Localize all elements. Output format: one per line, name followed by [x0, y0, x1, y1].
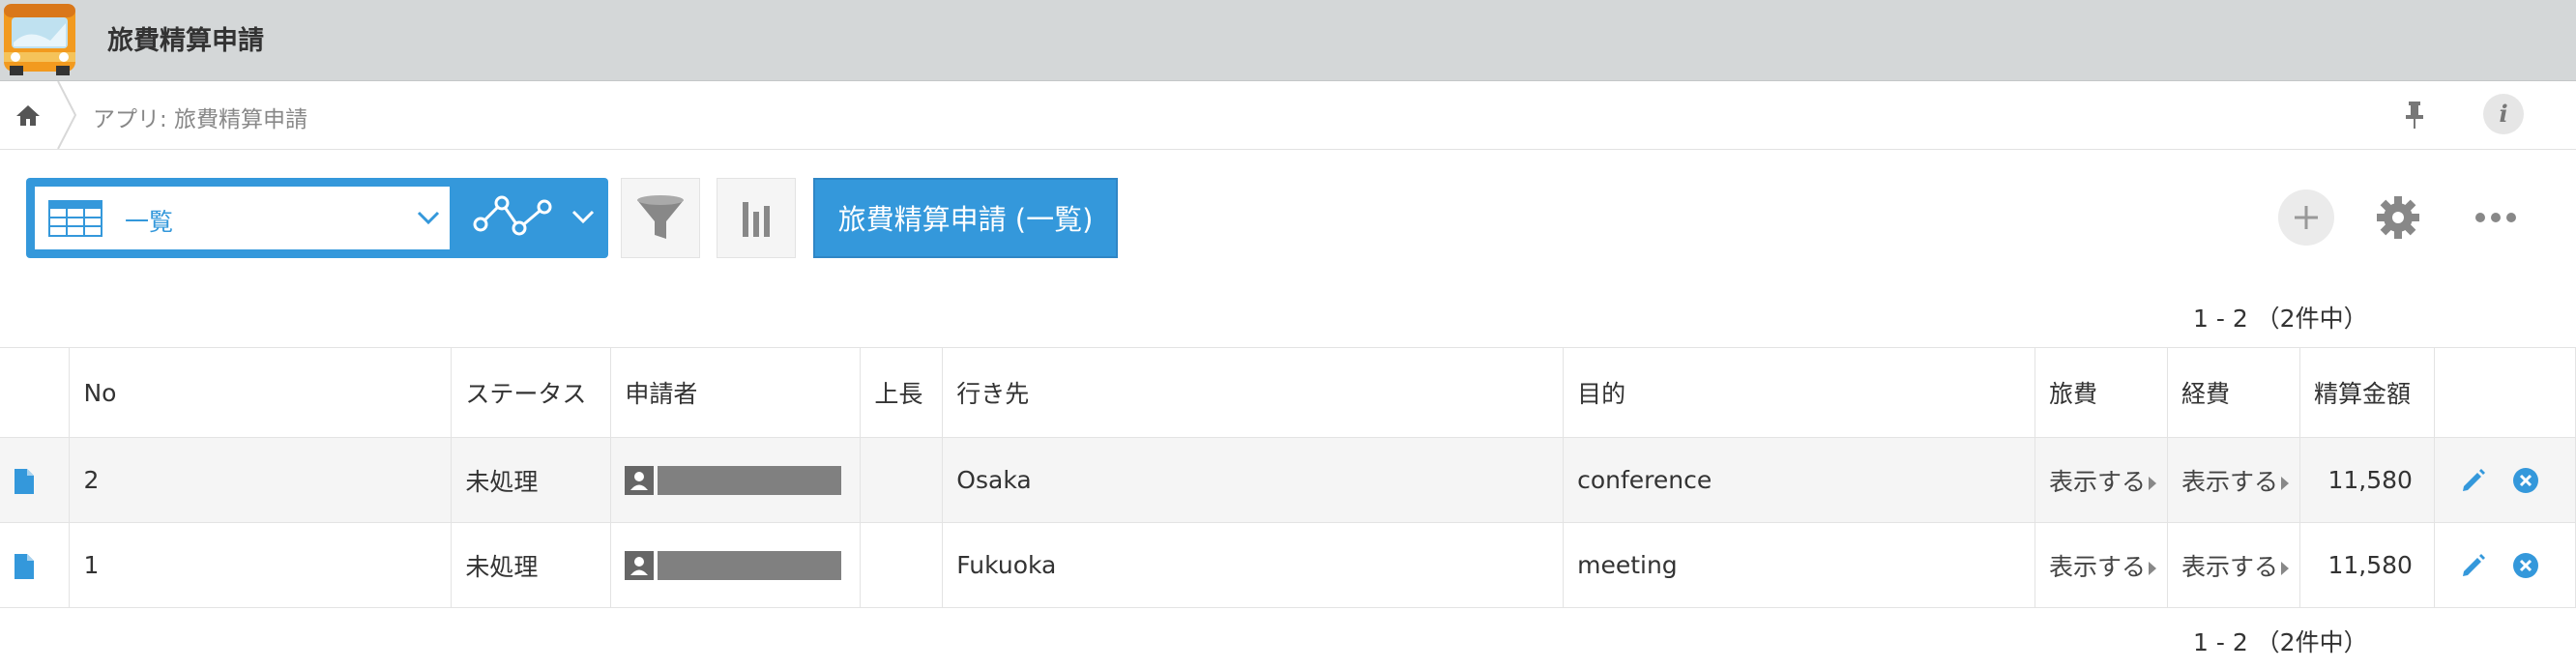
cell-status: 未処理 — [451, 522, 612, 608]
cell-expense[interactable]: 表示する — [2166, 522, 2300, 608]
pencil-icon[interactable] — [2458, 550, 2489, 581]
cell-settlement-amount: 11,580 — [2298, 522, 2435, 608]
user-avatar-icon — [625, 466, 655, 495]
add-record-button[interactable] — [2278, 189, 2334, 246]
show-expense-link[interactable]: 表示する — [2181, 468, 2289, 496]
pin-icon[interactable] — [2400, 99, 2429, 131]
column-header-applicant[interactable]: 申請者 — [610, 347, 862, 438]
bar-chart-icon — [743, 202, 770, 237]
cell-destination: Osaka — [942, 437, 1565, 523]
custom-view-button[interactable]: 旅費精算申請 (一覧) — [813, 178, 1118, 258]
records-table: No ステータス 申請者 上長 行き先 目的 旅費 経費 精算金額 2 未処理 — [0, 347, 2576, 608]
cell-expense[interactable]: 表示する — [2166, 437, 2300, 523]
view-select[interactable]: 一覧 — [35, 187, 450, 249]
pencil-icon[interactable] — [2458, 465, 2489, 496]
app-header: 旅費精算申請 — [0, 0, 2576, 81]
view-select-value: 一覧 — [125, 208, 174, 236]
pagination-top: 1 - 2 （2件中） — [2193, 305, 2368, 333]
cell-supervisor — [860, 522, 944, 608]
breadcrumb-app-link[interactable]: アプリ: 旅費精算申請 — [93, 101, 307, 133]
pagination-bottom: 1 - 2 （2件中） — [2193, 628, 2368, 656]
cell-travel-cost[interactable]: 表示する — [2034, 437, 2168, 523]
cell-applicant — [610, 522, 862, 608]
column-header-purpose[interactable]: 目的 — [1563, 347, 2035, 438]
redacted-name — [658, 551, 842, 580]
chevron-down-icon — [417, 211, 440, 225]
cell-status: 未処理 — [451, 437, 612, 523]
close-icon[interactable] — [2510, 550, 2541, 581]
table-header-row: No ステータス 申請者 上長 行き先 目的 旅費 経費 精算金額 — [0, 347, 2576, 438]
record-detail-cell[interactable] — [0, 522, 71, 608]
caret-right-icon — [2148, 561, 2156, 575]
filter-button[interactable] — [621, 178, 700, 258]
cell-destination: Fukuoka — [942, 522, 1565, 608]
more-options-icon[interactable] — [2473, 208, 2519, 227]
column-header-icon — [0, 347, 71, 438]
cell-supervisor — [860, 437, 944, 523]
app-title: 旅費精算申請 — [107, 26, 264, 56]
gear-icon[interactable] — [2375, 194, 2421, 241]
home-icon[interactable] — [14, 101, 43, 130]
show-travel-cost-link[interactable]: 表示する — [2049, 468, 2156, 496]
close-icon[interactable] — [2510, 465, 2541, 496]
document-icon[interactable] — [14, 468, 35, 495]
cell-applicant — [610, 437, 862, 523]
show-travel-cost-link[interactable]: 表示する — [2049, 553, 2156, 581]
caret-right-icon — [2280, 561, 2289, 575]
breadcrumb-separator — [57, 81, 77, 149]
cell-actions — [2433, 522, 2576, 608]
table-row: 1 未処理 Fukuoka meeting 表示する 表示する 11,580 — [0, 522, 2576, 608]
column-header-no[interactable]: No — [69, 347, 453, 438]
plus-icon — [2295, 206, 2318, 229]
view-selector-group: 一覧 — [26, 178, 608, 258]
column-header-actions — [2433, 347, 2576, 438]
column-header-expense[interactable]: 経費 — [2166, 347, 2300, 438]
table-row: 2 未処理 Osaka conference 表示する 表示する 11,580 — [0, 437, 2576, 523]
record-detail-cell[interactable] — [0, 437, 71, 523]
column-header-travel-cost[interactable]: 旅費 — [2034, 347, 2168, 438]
show-expense-link[interactable]: 表示する — [2181, 553, 2289, 581]
cell-purpose: meeting — [1563, 522, 2035, 608]
redacted-name — [658, 466, 842, 495]
column-header-settlement-amount[interactable]: 精算金額 — [2298, 347, 2435, 438]
cell-settlement-amount: 11,580 — [2298, 437, 2435, 523]
cell-no: 1 — [69, 522, 453, 608]
caret-right-icon — [2280, 476, 2289, 490]
info-icon[interactable]: i — [2483, 94, 2524, 134]
cell-no: 2 — [69, 437, 453, 523]
column-header-supervisor[interactable]: 上長 — [860, 347, 944, 438]
column-header-status[interactable]: ステータス — [451, 347, 612, 438]
chart-button[interactable] — [717, 178, 796, 258]
cell-actions — [2433, 437, 2576, 523]
graph-menu-button[interactable] — [465, 188, 600, 247]
breadcrumb: アプリ: 旅費精算申請 i — [0, 81, 2576, 150]
caret-right-icon — [2148, 476, 2156, 490]
document-icon[interactable] — [14, 553, 35, 580]
column-header-destination[interactable]: 行き先 — [942, 347, 1565, 438]
cell-purpose: conference — [1563, 437, 2035, 523]
bus-icon — [4, 4, 75, 75]
filter-icon — [637, 195, 684, 239]
user-avatar-icon — [625, 551, 655, 580]
table-view-icon — [48, 200, 102, 237]
cell-travel-cost[interactable]: 表示する — [2034, 522, 2168, 608]
